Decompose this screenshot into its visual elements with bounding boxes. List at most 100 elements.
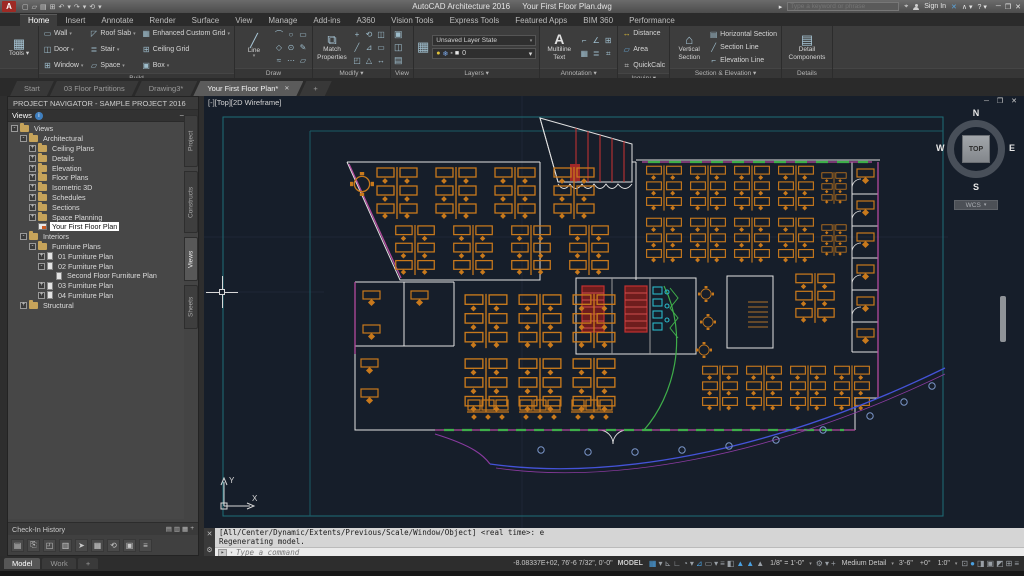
tree-item-label[interactable]: 03 Furniture Plan xyxy=(56,281,115,290)
tree-item[interactable]: Second Floor Furniture Plan xyxy=(8,271,184,281)
viewcube-north[interactable]: N xyxy=(944,108,1008,118)
layer-state-dropdown[interactable]: Unsaved Layer State ▾ xyxy=(432,35,536,46)
expand-toggle[interactable]: + xyxy=(29,204,36,211)
tree-item[interactable]: - Furniture Plans xyxy=(8,242,184,252)
tree-item-label[interactable]: Floor Plans xyxy=(50,173,90,182)
status-toggle-icon[interactable]: ▲ xyxy=(735,559,745,568)
build-tool-button[interactable]: ◸ Roof Slab ▾ xyxy=(88,29,136,38)
dropdown-arrow-icon[interactable]: ▾ xyxy=(71,47,74,53)
draw-tool-icon[interactable]: ▭ xyxy=(299,30,307,39)
viewcube-east[interactable]: E xyxy=(1009,143,1015,153)
tree-item[interactable]: + Space Planning xyxy=(8,212,184,222)
layer-properties-icon[interactable]: ▦ xyxy=(417,39,429,55)
ribbon-tab[interactable]: Add-ins xyxy=(305,15,348,26)
annotation-panel-label[interactable]: Annotation ▾ xyxy=(540,68,617,78)
checkin-history-bar[interactable]: Check-In History ▤▥▦+ xyxy=(8,522,198,535)
checkin-icon[interactable]: ▥ xyxy=(174,525,180,533)
expand-toggle[interactable]: + xyxy=(29,145,36,152)
viewcube-west[interactable]: W xyxy=(936,143,945,153)
window-controls[interactable]: ─ ❐ ✕ xyxy=(996,3,1021,11)
detail-level-button[interactable]: Medium Detail xyxy=(840,560,889,567)
build-tool-button[interactable]: ◫ Door ▾ xyxy=(42,45,84,54)
match-properties-button[interactable]: ⧉ Match Properties xyxy=(316,32,348,61)
tree-item[interactable]: + Elevation xyxy=(8,163,184,173)
tree-item-label[interactable]: Architectural xyxy=(41,134,85,143)
inquiry-tool-button[interactable]: ▱ Area xyxy=(621,45,666,54)
dropdown-arrow-icon[interactable]: ▾ xyxy=(122,63,125,69)
tree-item[interactable]: + Details xyxy=(8,153,184,163)
viewport-controls-label[interactable]: [-][Top][2D Wireframe] xyxy=(208,98,281,107)
view-panel-label[interactable]: View xyxy=(391,68,413,78)
tree-item[interactable]: + Isometric 3D xyxy=(8,183,184,193)
checkin-icon[interactable]: ▦ xyxy=(182,525,188,533)
status-toggle-icon[interactable]: ⊾ xyxy=(663,559,672,568)
expand-toggle[interactable]: + xyxy=(29,165,36,172)
expand-toggle[interactable]: - xyxy=(20,233,27,240)
layer-toggle-icon[interactable]: ● xyxy=(436,50,440,58)
modify-tool-icon[interactable]: △ xyxy=(366,56,372,65)
tree-item-label[interactable]: Schedules xyxy=(50,193,88,202)
ribbon-tab[interactable]: Surface xyxy=(184,15,228,26)
modify-tool-icon[interactable]: ◰ xyxy=(353,56,361,65)
status-toggle-icon[interactable]: ⊿ xyxy=(695,559,704,568)
view-tool-icon[interactable]: ◫ xyxy=(394,42,403,53)
search-expand-icon[interactable]: ▸ xyxy=(779,3,783,11)
palette-tool-icon[interactable]: ▦ xyxy=(91,539,104,552)
tree-item[interactable]: + Schedules xyxy=(8,193,184,203)
draw-tool-icon[interactable]: ⊙ xyxy=(288,43,295,52)
expand-toggle[interactable]: + xyxy=(29,184,36,191)
inquiry-tool-button[interactable]: ⌗ QuickCalc xyxy=(621,61,666,71)
palette-side-tab[interactable]: Constructs xyxy=(184,171,198,233)
layer-dropdown[interactable]: ●❄▪■ 0 ▾ xyxy=(432,48,536,59)
palette-tool-icon[interactable]: ◰ xyxy=(43,539,56,552)
expand-toggle[interactable]: + xyxy=(38,253,45,260)
tree-item[interactable]: + 01 Furniture Plan xyxy=(8,251,184,261)
drawing-tab[interactable]: Drawing3* xyxy=(135,81,198,96)
multiline-text-button[interactable]: A Multiline Text xyxy=(543,32,575,61)
palette-tool-icon[interactable]: ▣ xyxy=(123,539,136,552)
tree-item[interactable]: - 02 Furniture Plan xyxy=(8,261,184,271)
ribbon-tab[interactable]: Manage xyxy=(260,15,305,26)
drawing-tab[interactable]: 03 Floor Partitions xyxy=(50,81,139,96)
ribbon-tab[interactable]: Insert xyxy=(57,15,93,26)
section-tool-button[interactable]: ⌐ Elevation Line xyxy=(708,54,778,67)
checkin-icon[interactable]: ▤ xyxy=(166,525,172,533)
expand-toggle[interactable]: + xyxy=(29,194,36,201)
layers-panel-label[interactable]: Layers ▾ xyxy=(414,68,539,78)
tree-item[interactable]: Your First Floor Plan xyxy=(8,222,184,232)
qat-icon[interactable]: ▤ xyxy=(40,3,47,11)
tree-item[interactable]: - Views xyxy=(8,124,184,134)
close-icon[interactable]: ✕ xyxy=(207,530,213,538)
status-toggle-icon[interactable]: ◨ xyxy=(976,559,986,568)
layout-tab[interactable]: Work xyxy=(42,558,75,569)
ribbon-tab[interactable]: Vision Tools xyxy=(383,15,441,26)
drawing-tab[interactable]: Your First Floor Plan* ✕ xyxy=(193,81,303,96)
ribbon-tab[interactable]: Home xyxy=(20,14,57,26)
status-toggle-icon[interactable]: ▦ xyxy=(648,559,658,568)
modify-tool-icon[interactable]: ◫ xyxy=(377,30,385,39)
layout-tab[interactable]: + xyxy=(78,558,98,569)
ribbon-tab[interactable]: View xyxy=(227,15,260,26)
ribbon-tab[interactable]: BIM 360 xyxy=(575,15,621,26)
palette-side-tab[interactable]: Views xyxy=(184,237,198,281)
qat-icon[interactable]: ▾ xyxy=(83,3,87,11)
dropdown-arrow-icon[interactable]: ▾ xyxy=(69,31,72,37)
viewcube[interactable]: N S W E TOP WCS ▾ xyxy=(944,108,1008,208)
tree-item[interactable]: + Floor Plans xyxy=(8,173,184,183)
inquiry-tool-button[interactable]: ↔ Distance xyxy=(621,29,666,38)
annotation-tool-icon[interactable]: ⌐ xyxy=(582,36,587,45)
customize-icon[interactable]: ⚙ xyxy=(206,546,212,554)
status-toggle-icon[interactable]: ● xyxy=(969,559,976,568)
tools-button[interactable]: ▦ Tools ▾ xyxy=(3,36,35,58)
qat-icon[interactable]: ▱ xyxy=(32,3,37,11)
restore-button[interactable]: ❐ xyxy=(1005,3,1011,11)
tree-item-label[interactable]: Second Floor Furniture Plan xyxy=(65,271,159,280)
draw-tool-icon[interactable]: ○ xyxy=(289,30,294,39)
status-toggle-icon[interactable]: ◩ xyxy=(995,559,1005,568)
modify-tool-icon[interactable]: + xyxy=(355,30,360,39)
viewcube-south[interactable]: S xyxy=(944,182,1008,192)
status-toggle-icon[interactable]: ⊞ xyxy=(1005,559,1014,568)
viewcube-top-face[interactable]: TOP xyxy=(962,135,990,163)
ribbon-tab[interactable]: Featured Apps xyxy=(507,15,575,26)
expand-toggle[interactable]: + xyxy=(29,155,36,162)
